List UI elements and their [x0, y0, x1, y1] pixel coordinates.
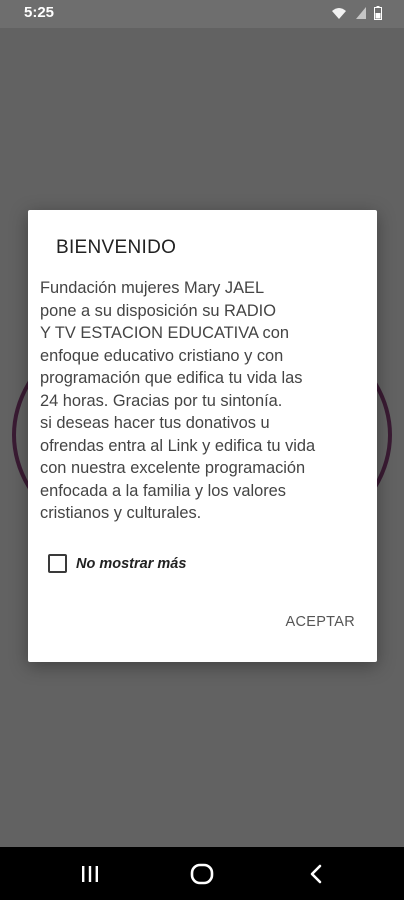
accept-button[interactable]: ACEPTAR [285, 614, 355, 630]
status-time: 5:25 [24, 4, 55, 21]
dont-show-again-label[interactable]: No mostrar más [76, 556, 186, 572]
back-icon [310, 864, 322, 883]
back-button[interactable] [286, 847, 346, 900]
home-icon [190, 863, 214, 884]
status-icons [328, 6, 382, 22]
app-screen: 5:25 BIENVENIDO Fundación mujeres Mary J… [0, 0, 404, 900]
dialog-title: BIENVENIDO [56, 237, 177, 258]
battery-icon [374, 6, 382, 20]
recents-button[interactable] [60, 847, 120, 900]
status-bar: 5:25 [0, 0, 404, 28]
dont-show-again-checkbox[interactable] [48, 554, 67, 573]
navigation-bar [0, 847, 404, 900]
welcome-dialog: BIENVENIDO Fundación mujeres Mary JAEL p… [28, 210, 377, 662]
home-button[interactable] [172, 847, 232, 900]
dialog-message: Fundación mujeres Mary JAEL pone a su di… [40, 279, 316, 522]
signal-icon [355, 7, 366, 19]
recents-icon [82, 865, 98, 882]
wifi-icon [332, 8, 347, 19]
